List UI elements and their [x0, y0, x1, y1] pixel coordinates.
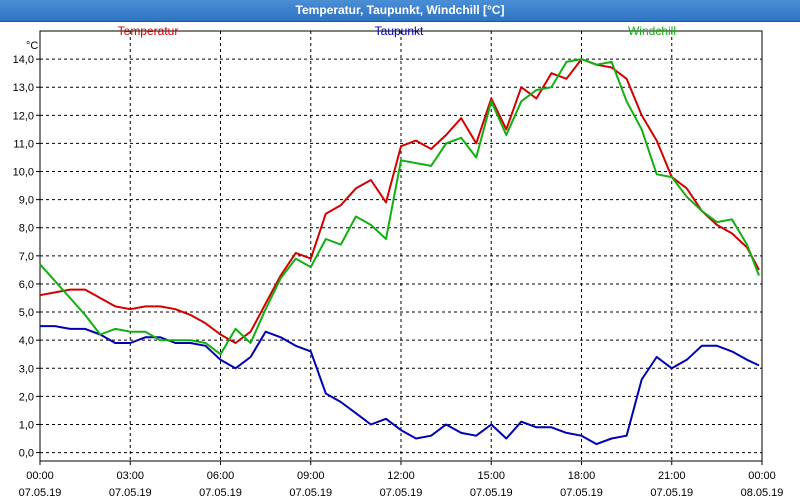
x-tick-time-label: 12:00 — [387, 470, 415, 482]
y-tick-label: 8,0 — [19, 223, 34, 235]
series-line-taupunkt — [40, 325, 760, 446]
x-tick-time-label: 09:00 — [297, 470, 325, 482]
x-tick-time-label: 18:00 — [568, 470, 596, 482]
grid — [40, 31, 762, 461]
chart-window: Temperatur, Taupunkt, Windchill [°C] 0,0… — [0, 0, 800, 500]
series-line-windchill — [39, 58, 760, 356]
line-chart: 0,0 1,0 2,0 3,0 4,0 5,0 6,0 7,0 8,0 9,0 10,0 11,0 12… — [13, 24, 784, 499]
x-tick-date-label: 07.05.19 — [199, 487, 242, 499]
y-tick-label: 9,0 — [19, 195, 34, 207]
y-tick-label: 14,0 — [13, 54, 34, 66]
x-tick-time-label: 00:00 — [26, 470, 54, 482]
legend-taupunkt: Taupunkt — [375, 24, 424, 38]
x-tick-time-label: 00:00 — [748, 470, 776, 482]
x-tick-time-label: 21:00 — [658, 470, 686, 482]
y-tick-label: 3,0 — [19, 363, 34, 375]
x-tick-date-label: 07.05.19 — [380, 487, 423, 499]
x-tick-date-label: 07.05.19 — [560, 487, 603, 499]
y-tick-label: 10,0 — [13, 167, 34, 179]
x-tick-date-label: 07.05.19 — [109, 487, 152, 499]
x-tick-date-label: 07.05.19 — [289, 487, 332, 499]
y-tick-label: 0,0 — [19, 448, 34, 460]
x-tick-date-label: 08.05.19 — [741, 487, 784, 499]
y-axis: 0,0 1,0 2,0 3,0 4,0 5,0 6,0 7,0 8,0 9,0 10,0 11,0 12… — [13, 54, 40, 460]
legend-temperatur: Temperatur — [118, 24, 179, 38]
x-tick-time-label: 15:00 — [477, 470, 505, 482]
x-tick-date-label: 07.05.19 — [470, 487, 513, 499]
y-tick-label: 4,0 — [19, 335, 34, 347]
series-lines — [39, 58, 760, 446]
y-tick-label: 11,0 — [13, 138, 34, 150]
series-line-temperatur — [39, 58, 760, 344]
y-tick-label: 5,0 — [19, 307, 34, 319]
title-bar: Temperatur, Taupunkt, Windchill [°C] — [0, 0, 800, 22]
y-tick-label: 7,0 — [19, 251, 34, 263]
x-tick-date-label: 07.05.19 — [650, 487, 693, 499]
y-axis-unit-label: °C — [26, 40, 38, 52]
x-tick-time-label: 06:00 — [207, 470, 235, 482]
legend-windchill: Windchill — [628, 24, 676, 38]
window-title: Temperatur, Taupunkt, Windchill [°C] — [295, 3, 505, 17]
y-tick-label: 1,0 — [19, 419, 34, 431]
x-tick-date-label: 07.05.19 — [19, 487, 62, 499]
x-axis: 00:00 07.05.19 03:00 07.05.19 06:00 07.05.19 0… — [19, 461, 784, 499]
x-tick-time-label: 03:00 — [116, 470, 144, 482]
y-tick-label: 2,0 — [19, 391, 34, 403]
y-tick-label: 6,0 — [19, 279, 34, 291]
y-tick-label: 13,0 — [13, 82, 34, 94]
y-tick-label: 12,0 — [13, 110, 34, 122]
